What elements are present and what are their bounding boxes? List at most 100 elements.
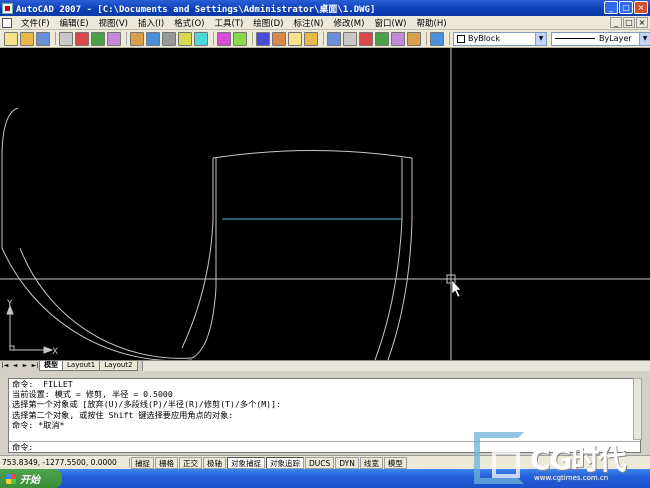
window-title: AutoCAD 2007 - [C:\Documents and Setting… (16, 4, 376, 15)
close-button[interactable]: × (634, 1, 648, 14)
windows-flag-icon (6, 473, 16, 484)
status-osnap-button[interactable]: 对象捕捉 (227, 456, 265, 469)
zoom-window-icon[interactable] (288, 31, 302, 46)
document-icon[interactable] (2, 17, 12, 28)
command-history-line: 选择第二个对象, 或按住 Shift 键选择要应用角点的对象: (12, 409, 234, 420)
status-model-button[interactable]: 模型 (383, 456, 407, 469)
doc-close-button[interactable]: × (636, 17, 648, 28)
save-icon[interactable] (36, 31, 50, 46)
title-bar: AutoCAD 2007 - [C:\Documents and Setting… (0, 0, 650, 16)
cut-icon[interactable] (130, 31, 144, 46)
block-editor-icon[interactable] (194, 31, 208, 46)
menu-tools[interactable]: 工具(T) (209, 17, 248, 29)
menu-file[interactable]: 文件(F) (16, 17, 55, 29)
doc-restore-button[interactable]: □ (623, 17, 635, 28)
undo-icon[interactable] (217, 31, 231, 46)
first-tab-arrow[interactable]: |◄ (0, 361, 10, 371)
inner-bend-line (191, 158, 217, 359)
linetype-combo[interactable]: ByLayer ▼ (551, 31, 650, 46)
status-ducs-button[interactable]: DUCS (305, 456, 335, 469)
calculator-icon[interactable] (407, 31, 421, 46)
new-file-icon[interactable] (4, 31, 18, 46)
toolbar-separator (252, 32, 253, 45)
menu-edit[interactable]: 编辑(E) (55, 17, 94, 29)
drawing-canvas[interactable]: Y X (0, 48, 650, 360)
command-scrollbar[interactable] (633, 378, 642, 440)
next-tab-arrow[interactable]: ► (20, 361, 30, 371)
status-snap-button[interactable]: 捕捉 (131, 456, 154, 469)
left-lower-curve (181, 219, 214, 349)
ucs-x-label: X (52, 347, 58, 357)
tab-model[interactable]: 模型 (39, 361, 63, 371)
publish-icon[interactable] (91, 31, 105, 46)
rectangle-top-arc (212, 150, 413, 159)
markup-icon[interactable] (391, 31, 405, 46)
status-otrack-button[interactable]: 对象追踪 (266, 456, 304, 469)
doc-minimize-button[interactable]: _ (610, 17, 622, 28)
status-lineweight-button[interactable]: 线宽 (359, 456, 383, 469)
toolbar-separator (323, 32, 324, 45)
print-preview-icon[interactable] (75, 31, 89, 46)
tab-layout2[interactable]: Layout2 (99, 361, 138, 371)
menu-insert[interactable]: 插入(I) (133, 17, 169, 29)
menu-format[interactable]: 格式(O) (169, 17, 209, 29)
start-label: 开始 (20, 475, 40, 486)
status-ortho-button[interactable]: 正交 (179, 456, 202, 469)
command-history-line: 选择第一个对象或 [放弃(U)/多段线(P)/半径(R)/修剪(T)/多个(M)… (12, 399, 281, 410)
chevron-down-icon[interactable]: ▼ (535, 32, 546, 45)
standard-toolbar: ByBlock ▼ ByLayer ▼ (0, 30, 650, 48)
status-dyn-button[interactable]: DYN (335, 456, 359, 469)
inner-arc (19, 247, 193, 359)
print-icon[interactable] (59, 31, 73, 46)
plot-icon[interactable] (107, 31, 121, 46)
coordinate-readout: 753.8349, -1277.5500, 0.0000 (0, 458, 130, 467)
properties-icon[interactable] (327, 31, 341, 46)
zoom-realtime-icon[interactable] (272, 31, 286, 46)
tool-palettes-icon[interactable] (359, 31, 373, 46)
right-outer-curve (387, 219, 413, 360)
color-combo[interactable]: ByBlock ▼ (453, 31, 547, 46)
windows-taskbar: 开始 (0, 469, 650, 488)
document-controls: _ □ × (610, 17, 648, 28)
menu-dimension[interactable]: 标注(N) (288, 17, 328, 29)
copy-icon[interactable] (146, 31, 160, 46)
chevron-down-icon[interactable]: ▼ (639, 32, 650, 45)
command-window: 命令: FILLET 当前设置: 模式 = 修剪, 半径 = 0.5000 选择… (8, 378, 641, 453)
color-swatch (457, 34, 465, 43)
pan-icon[interactable] (256, 31, 270, 46)
ucs-y-label: Y (6, 299, 13, 309)
sheet-set-icon[interactable] (375, 31, 389, 46)
autocad-app-icon[interactable] (2, 2, 13, 14)
horizontal-scrollbar[interactable] (141, 361, 650, 371)
tab-layout1[interactable]: Layout1 (62, 361, 101, 371)
menu-draw[interactable]: 绘图(D) (248, 17, 288, 29)
maximize-button[interactable]: □ (619, 1, 633, 14)
window-controls: _ □ × (604, 1, 648, 14)
start-button[interactable]: 开始 (0, 469, 62, 488)
right-inner-curve (374, 219, 403, 360)
command-history-line: 当前设置: 模式 = 修剪, 半径 = 0.5000 (12, 389, 173, 400)
color-combo-value: ByBlock (468, 34, 500, 43)
open-file-icon[interactable] (20, 31, 34, 46)
zoom-previous-icon[interactable] (304, 31, 318, 46)
toolbar-separator (213, 32, 214, 45)
menu-help[interactable]: 帮助(H) (412, 17, 452, 29)
prev-tab-arrow[interactable]: ◄ (10, 361, 20, 371)
design-center-icon[interactable] (343, 31, 357, 46)
paste-icon[interactable] (162, 31, 176, 46)
command-history-line: 命令: *取消* (12, 419, 65, 430)
status-polar-button[interactable]: 极轴 (203, 456, 226, 469)
mouse-pointer-icon (451, 279, 462, 298)
menu-modify[interactable]: 修改(M) (328, 17, 369, 29)
match-properties-icon[interactable] (178, 31, 192, 46)
menu-view[interactable]: 视图(V) (94, 17, 133, 29)
outer-arc (1, 107, 192, 360)
menu-bar: 文件(F) 编辑(E) 视图(V) 插入(I) 格式(O) 工具(T) 绘图(D… (0, 16, 650, 30)
help-icon[interactable] (430, 31, 444, 46)
command-input[interactable]: 命令: (9, 441, 640, 453)
redo-icon[interactable] (233, 31, 247, 46)
status-grid-button[interactable]: 栅格 (155, 456, 178, 469)
minimize-button[interactable]: _ (604, 1, 618, 14)
menu-window[interactable]: 窗口(W) (369, 17, 411, 29)
toolbar-separator (126, 32, 127, 45)
